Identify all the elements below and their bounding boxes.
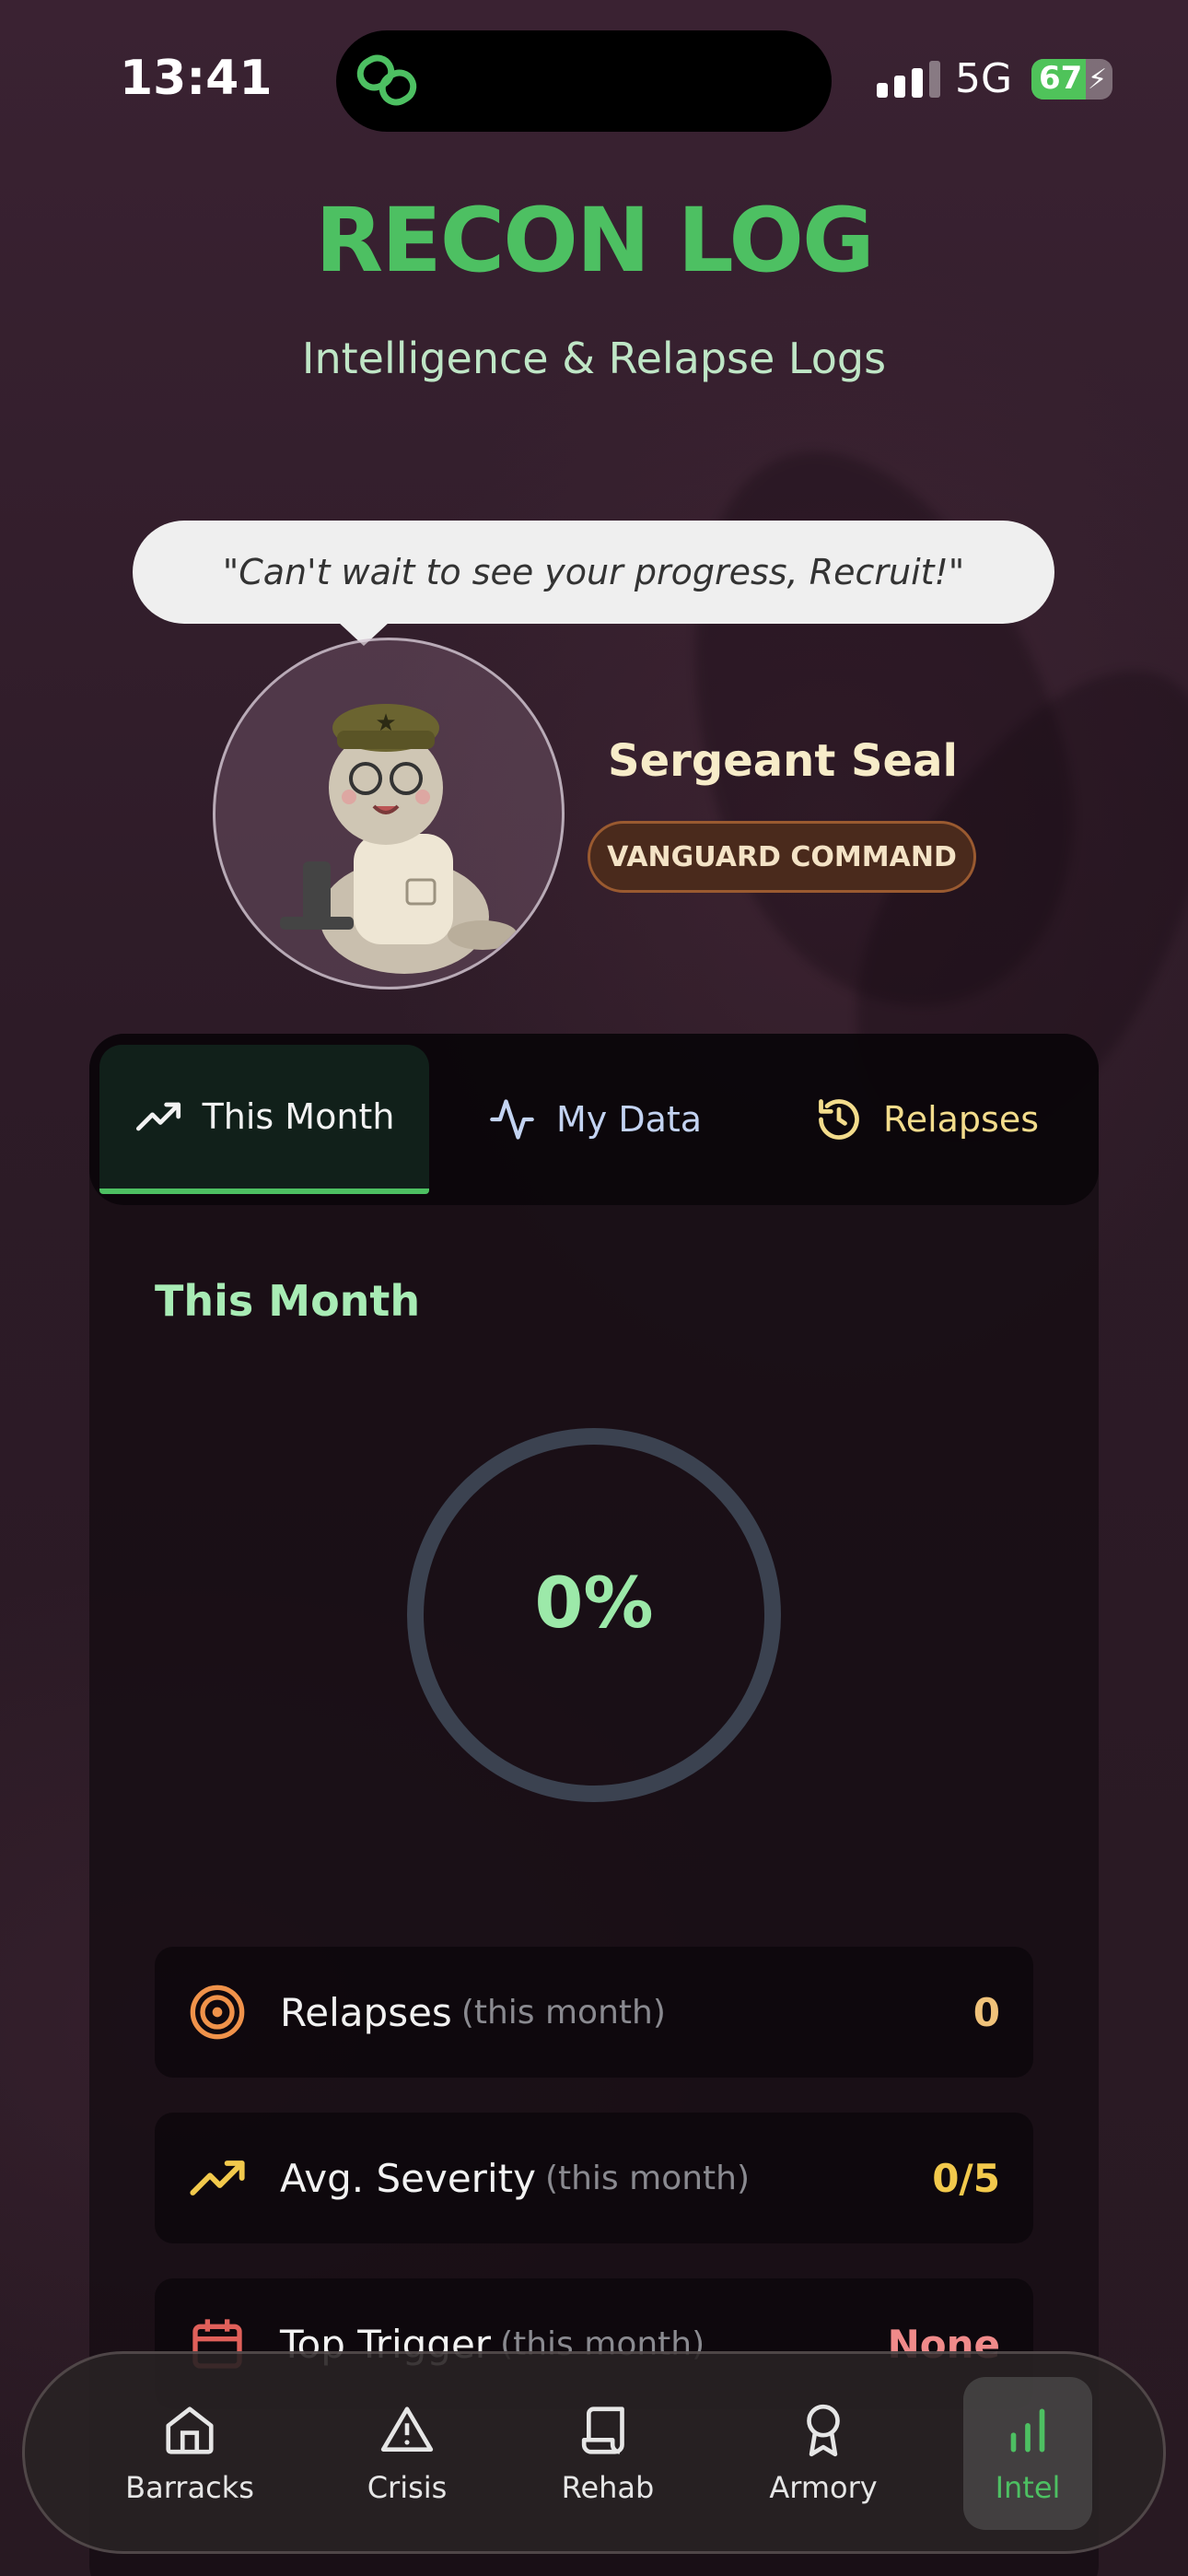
trending-up-icon [190,2160,245,2195]
nav-crisis[interactable]: Crisis [329,2377,485,2530]
battery-icon: 67 ⚡ [1031,59,1112,100]
award-icon [807,2404,840,2457]
home-icon [166,2406,214,2454]
tab-label: Relapses [883,1099,1040,1140]
stat-sublabel: (this month) [544,2159,751,2197]
tab-this-month[interactable]: This Month [99,1045,429,1194]
page-title: RECON LOG [315,189,874,292]
mascot-name: Sergeant Seal [608,735,958,787]
nav-label: Barracks [125,2470,254,2505]
stat-value: 0/5 [932,2155,1000,2201]
stat-relapses[interactable]: Relapses (this month) 0 [155,1947,1033,2078]
scroll-icon [581,2406,624,2454]
stat-value: 0 [973,1989,1000,2035]
tab-my-data[interactable]: My Data [488,1045,702,1194]
history-icon [819,1099,859,1140]
warning-icon [380,2406,434,2452]
target-icon [190,1985,245,2040]
progress-percentage: 0% [534,1562,654,1644]
nav-label: Rehab [561,2470,655,2505]
status-time: 13:41 [120,51,273,106]
svg-text:★: ★ [375,709,396,737]
page-subtitle: Intelligence & Relapse Logs [301,334,887,383]
activity-icon [490,1099,534,1140]
nav-intel[interactable]: Intel [963,2377,1092,2530]
nav-rehab[interactable]: Rehab [530,2377,686,2530]
nav-armory[interactable]: Armory [745,2377,902,2530]
battery-level: 67 [1039,60,1083,97]
stat-label: Relapses [280,1989,452,2035]
nav-barracks[interactable]: Barracks [111,2377,268,2530]
network-type: 5G [955,55,1013,102]
tab-relapses[interactable]: Relapses [815,1045,1039,1194]
nav-label: Intel [995,2470,1061,2505]
stat-sublabel: (this month) [460,1993,666,2032]
speech-bubble: "Can't wait to see your progress, Recrui… [133,521,1054,624]
signal-icon [877,61,940,98]
stat-label: Avg. Severity [280,2155,536,2201]
stat-avg-severity[interactable]: Avg. Severity (this month) 0/5 [155,2113,1033,2243]
trending-up-icon [135,1102,181,1131]
nav-label: Crisis [367,2470,448,2505]
section-title: This Month [155,1276,421,1326]
bar-chart-icon [1010,2408,1045,2453]
link-icon [356,54,417,106]
nav-label: Armory [769,2470,878,2505]
tab-label: My Data [556,1099,703,1140]
mascot-avatar: ★ [213,638,565,989]
rank-badge: VANGUARD COMMAND [588,821,976,893]
charging-icon: ⚡ [1088,64,1108,96]
tab-label: This Month [202,1096,395,1137]
